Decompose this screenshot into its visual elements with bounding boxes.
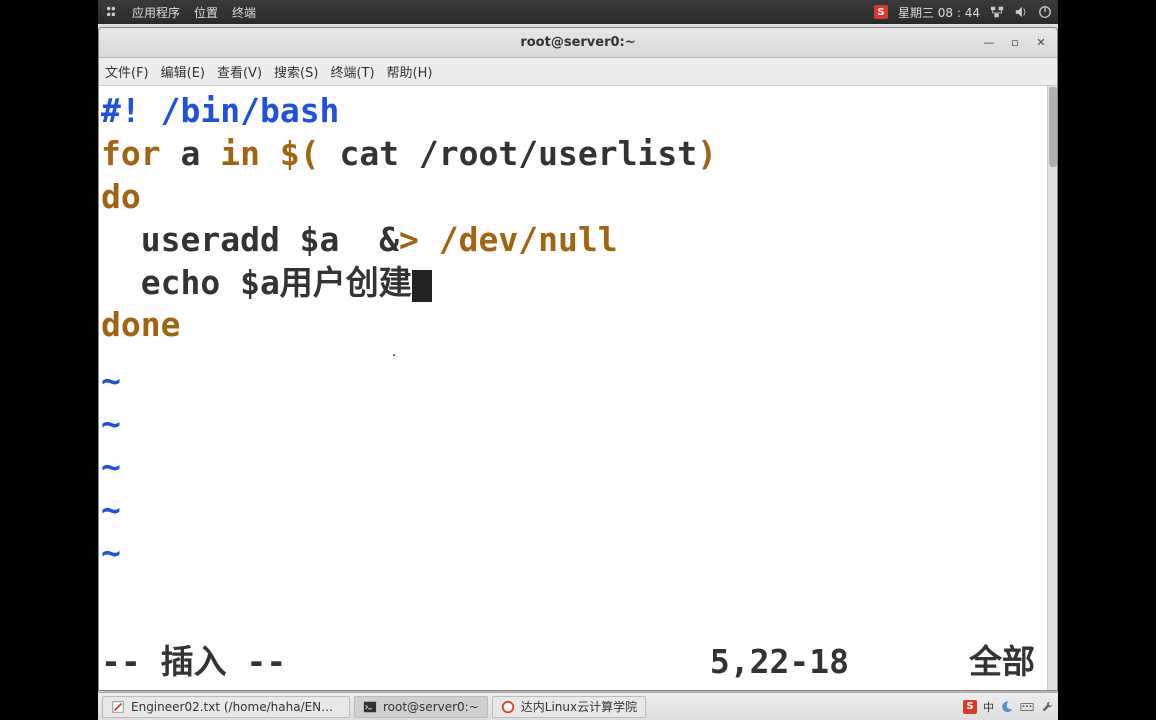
network-icon[interactable] <box>990 5 1004 19</box>
menu-terminal-m[interactable]: 终端(T) <box>330 62 374 81</box>
vim-tilde: ~ <box>101 489 1055 532</box>
activities-icon[interactable] <box>104 5 118 19</box>
kw-for: for <box>101 134 161 173</box>
kw-do: do <box>101 177 141 216</box>
terminal-icon <box>363 700 377 714</box>
window-title: root@server0:~ <box>520 35 635 50</box>
power-icon[interactable] <box>1038 5 1052 19</box>
menu-view[interactable]: 查看(V) <box>217 62 262 81</box>
vim-mode: -- 插入 -- <box>101 641 286 684</box>
shebang-path: /bin/bash <box>141 91 340 130</box>
scrollbar-thumb[interactable] <box>1049 87 1057 167</box>
text-cursor <box>412 270 432 302</box>
vim-tilde: ~ <box>101 446 1055 489</box>
clock[interactable]: 星期三 08 : 44 <box>898 4 980 21</box>
taskbar-item-editor[interactable]: Engineer02.txt (/home/haha/ENGIN… <box>102 696 350 718</box>
menu-edit[interactable]: 编辑(E) <box>161 62 205 81</box>
wrench-icon[interactable] <box>1040 700 1054 714</box>
sogou-tray-icon[interactable]: S <box>963 700 977 714</box>
taskbar-item-terminal[interactable]: root@server0:~ <box>354 696 488 718</box>
kw-in: in <box>220 134 260 173</box>
browser-icon <box>501 700 515 714</box>
kw-done: done <box>101 305 180 344</box>
shebang: #! <box>101 91 141 130</box>
menu-file[interactable]: 文件(F) <box>105 62 149 81</box>
moon-icon[interactable] <box>1000 700 1014 714</box>
menu-help[interactable]: 帮助(H) <box>387 62 433 81</box>
vim-tilde: ~ <box>101 532 1055 575</box>
taskbar-item-browser[interactable]: 达内Linux云计算学院 <box>492 696 646 718</box>
window-titlebar[interactable]: root@server0:~ — ▫ ✕ <box>99 28 1057 58</box>
vim-tilde: ~ <box>101 403 1055 446</box>
vim-tilde: ~ <box>101 360 1055 403</box>
gnome-topbar: 应用程序 位置 终端 S 星期三 08 : 44 <box>98 0 1058 24</box>
menu-applications[interactable]: 应用程序 <box>132 4 180 21</box>
menu-places[interactable]: 位置 <box>194 4 218 21</box>
sogou-ime-icon[interactable]: S <box>874 5 888 19</box>
terminal-scrollbar[interactable] <box>1047 86 1057 690</box>
minimize-button[interactable]: — <box>977 33 1001 53</box>
taskbar: Engineer02.txt (/home/haha/ENGIN… root@s… <box>98 692 1058 720</box>
vim-scope: 全部 <box>969 641 1045 684</box>
terminal-window: root@server0:~ — ▫ ✕ 文件(F) 编辑(E) 查看(V) 搜… <box>98 27 1058 691</box>
menu-terminal[interactable]: 终端 <box>232 4 256 21</box>
close-button[interactable]: ✕ <box>1029 33 1053 53</box>
menu-search[interactable]: 搜索(S) <box>274 62 318 81</box>
vim-status-line: -- 插入 -- 5,22-18 全部 <box>101 641 1045 684</box>
terminal-content[interactable]: #! /bin/bash for a in $( cat /root/userl… <box>99 86 1057 690</box>
gedit-icon <box>111 700 125 714</box>
maximize-button[interactable]: ▫ <box>1003 33 1027 53</box>
volume-icon[interactable] <box>1014 5 1028 19</box>
vim-position: 5,22-18 <box>710 641 969 684</box>
keyboard-icon[interactable] <box>1020 700 1034 714</box>
ime-lang[interactable]: 中 <box>983 699 994 715</box>
window-menubar: 文件(F) 编辑(E) 查看(V) 搜索(S) 终端(T) 帮助(H) <box>99 58 1057 86</box>
